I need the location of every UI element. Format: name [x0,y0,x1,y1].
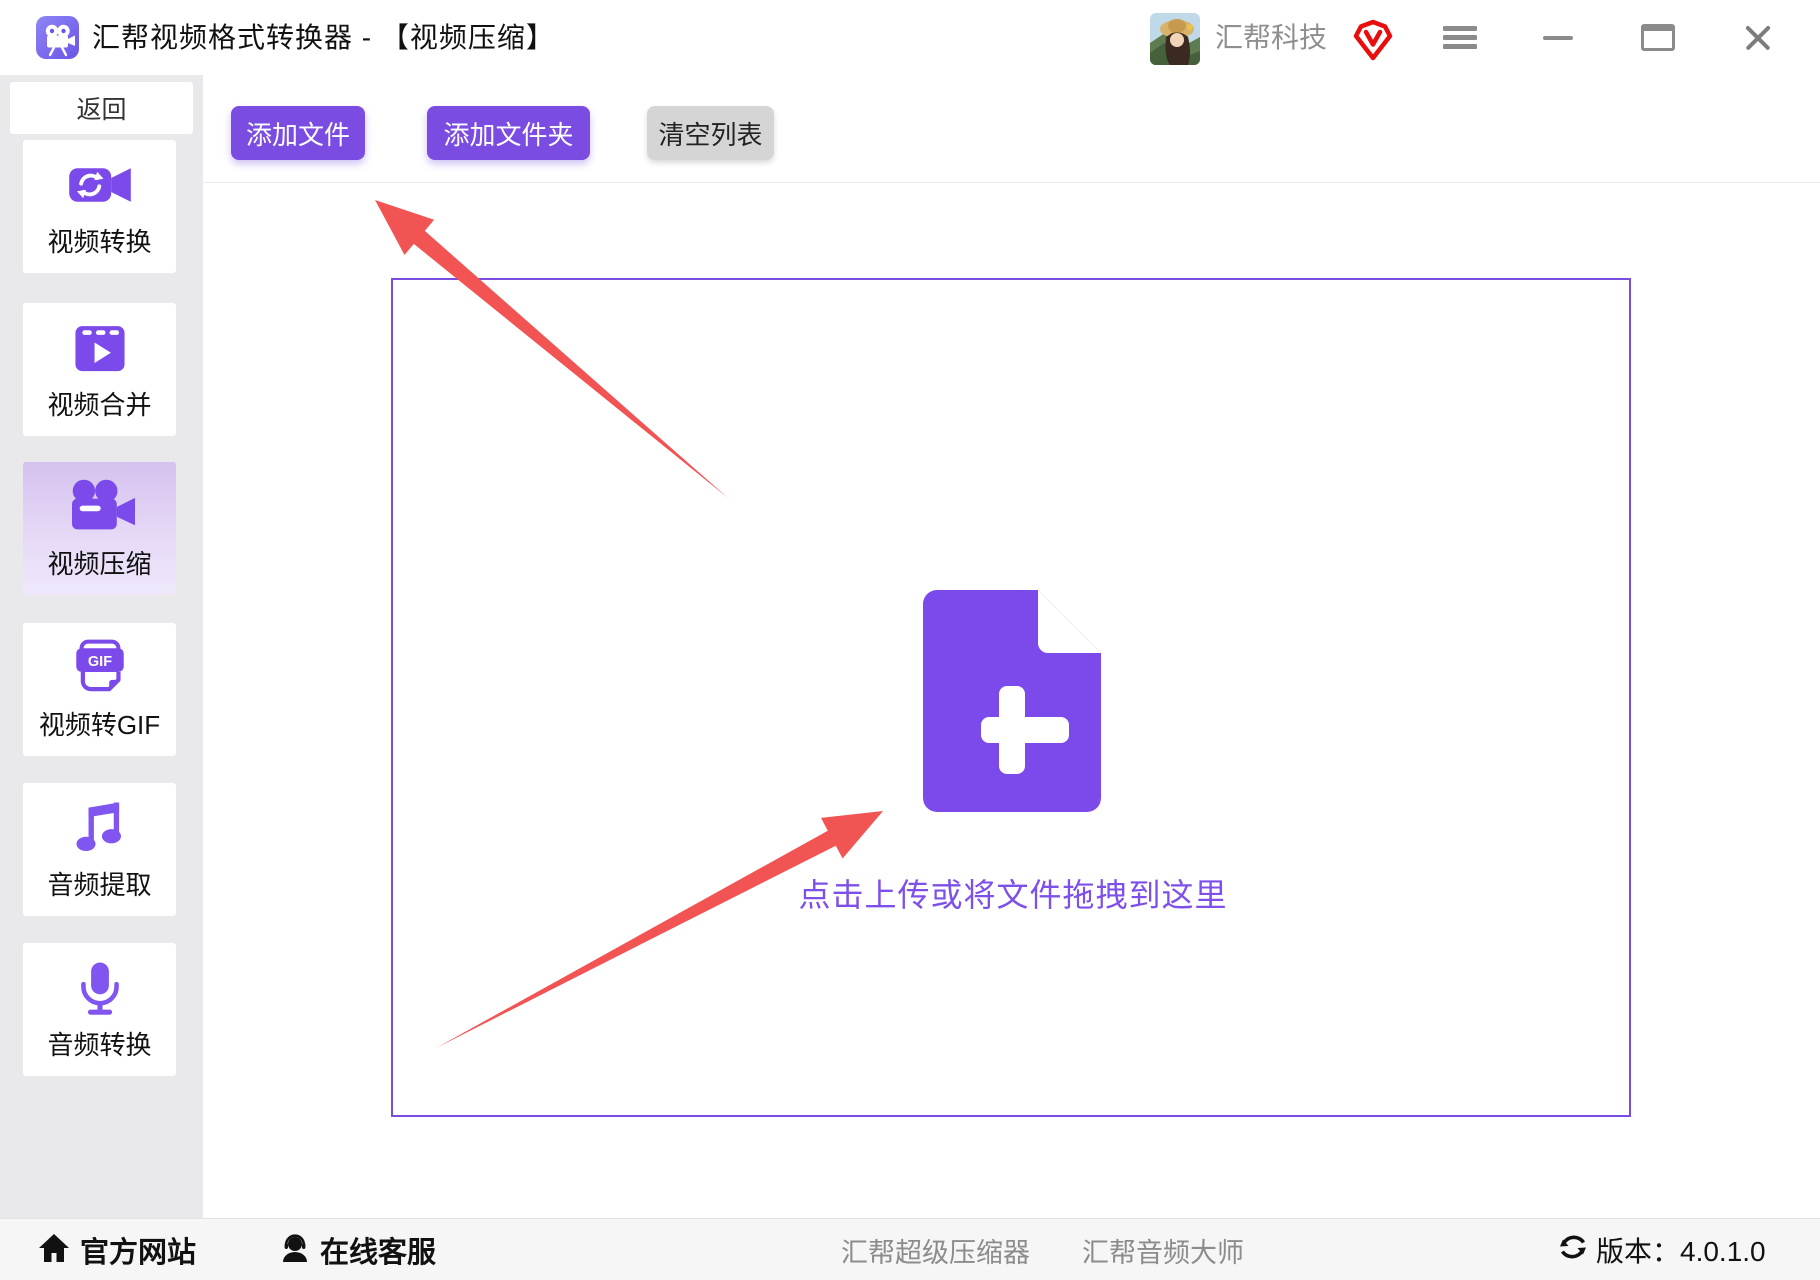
sidebar-item-label: 视频压缩 [47,549,152,579]
sidebar: 返回 视频转换 视频合并 视频压缩 GIF 视频转GIF 音频提取 音频转换 [0,75,203,1218]
video-merge-icon [70,317,130,379]
video-compress-icon [63,476,137,538]
menu-button[interactable] [1430,0,1490,75]
sidebar-item-label: 视频合并 [47,390,152,420]
vip-badge-icon[interactable] [1352,19,1394,61]
account-name[interactable]: 汇帮科技 [1215,0,1327,75]
sidebar-item-video-merge[interactable]: 视频合并 [23,303,176,436]
maximize-icon [1641,24,1675,51]
app-window: 汇帮视频格式转换器 - 【视频压缩】 汇帮科技 返回 视频转换 视频合并 视频压… [0,0,1820,1280]
add-document-icon [923,590,1101,812]
sidebar-item-audio-convert[interactable]: 音频转换 [23,943,176,1076]
minimize-button[interactable] [1528,0,1588,75]
audio-convert-icon [74,957,126,1019]
version-label: 版本：4.0.1.0 [1596,1236,1766,1267]
add-file-button[interactable]: 添加文件 [231,106,365,160]
upload-hint-text: 点击上传或将文件拖拽到这里 [798,877,1228,913]
add-folder-button[interactable]: 添加文件夹 [427,106,590,160]
footer-bar: 官方网站 在线客服 汇帮超级压缩器 汇帮音频大师 版本：4.0.1.0 [0,1218,1820,1280]
sidebar-item-video-convert[interactable]: 视频转换 [23,140,176,273]
official-site-link[interactable]: 官方网站 [38,1219,196,1280]
back-button[interactable]: 返回 [10,82,193,134]
online-service-label: 在线客服 [320,1237,437,1269]
super-compressor-link[interactable]: 汇帮超级压缩器 [841,1219,1030,1280]
refresh-icon[interactable] [1558,1233,1588,1268]
toolbar-divider [203,182,1820,183]
audio-extract-icon [72,797,128,859]
gif-label: GIF [87,654,111,670]
video-to-gif-icon: GIF [71,637,129,699]
audio-master-link[interactable]: 汇帮音频大师 [1082,1219,1244,1280]
close-icon [1743,23,1773,53]
close-button[interactable] [1728,0,1788,75]
sidebar-item-label: 音频转换 [47,1030,152,1060]
sidebar-item-label: 视频转GIF [38,710,161,740]
version-area: 版本：4.0.1.0 [1558,1219,1766,1280]
home-icon [38,1233,70,1268]
sidebar-item-label: 视频转换 [47,227,152,257]
minimize-icon [1543,35,1573,40]
app-logo-icon [36,16,79,59]
sidebar-item-video-to-gif[interactable]: GIF 视频转GIF [23,623,176,756]
clear-list-button[interactable]: 清空列表 [647,106,774,160]
window-title: 汇帮视频格式转换器 - 【视频压缩】 [92,22,555,53]
sidebar-item-audio-extract[interactable]: 音频提取 [23,783,176,916]
title-bar: 汇帮视频格式转换器 - 【视频压缩】 汇帮科技 [0,0,1820,75]
sidebar-item-video-compress[interactable]: 视频压缩 [23,462,176,595]
upload-dropzone[interactable]: 点击上传或将文件拖拽到这里 [391,278,1631,1117]
video-convert-icon [66,154,134,216]
maximize-button[interactable] [1628,0,1688,75]
online-service-link[interactable]: 在线客服 [280,1219,436,1280]
hamburger-icon [1443,22,1477,53]
customer-service-icon [280,1233,310,1268]
user-avatar[interactable] [1150,13,1200,65]
official-site-label: 官方网站 [80,1237,197,1269]
sidebar-item-label: 音频提取 [47,870,152,900]
